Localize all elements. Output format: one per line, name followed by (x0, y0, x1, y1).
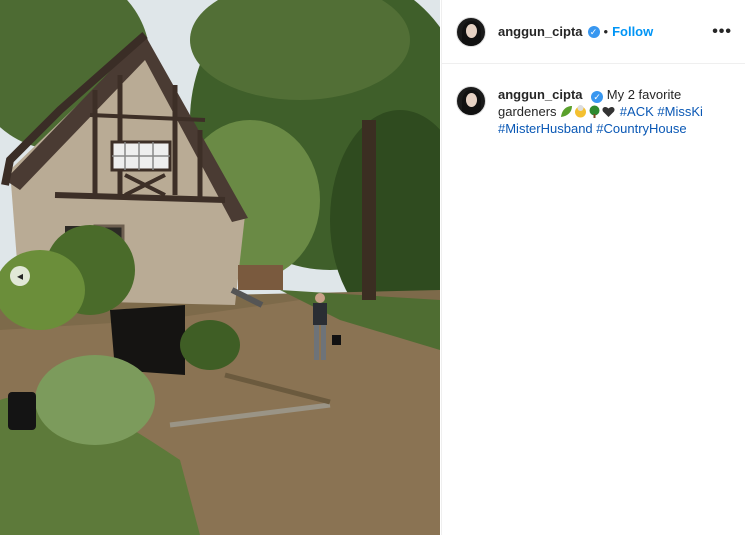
leaf-emoji-icon (561, 106, 573, 117)
caption-avatar[interactable] (456, 86, 486, 116)
verified-badge-icon: ✓ (591, 91, 604, 103)
header-username[interactable]: anggun_cipta (498, 24, 583, 39)
verified-badge-icon: ✓ (587, 25, 600, 38)
post-photo[interactable]: ◂ (0, 0, 440, 535)
more-options-icon[interactable]: ••• (712, 23, 732, 41)
caption-username[interactable]: anggun_cipta (498, 87, 583, 102)
avatar[interactable] (456, 16, 486, 47)
tree-emoji-icon (589, 105, 600, 118)
carousel-previous-button[interactable]: ◂ (10, 266, 30, 286)
caption-text-part1: My 2 favorite (606, 87, 682, 102)
caption-text-part2: gardeners (498, 104, 557, 119)
follow-button[interactable]: Follow (612, 24, 653, 39)
old-woman-emoji-icon (575, 105, 587, 118)
instagram-post: ◂ anggun_cipta ✓ • Follow ••• anggun_cip… (0, 0, 745, 535)
separator-dot: • (603, 24, 609, 39)
hashtag-ack[interactable]: #ACK (620, 104, 654, 119)
hashtag-misski[interactable]: #MissKi (657, 104, 703, 119)
post-header: anggun_cipta ✓ • Follow ••• (442, 0, 745, 64)
hashtag-misterhusband[interactable]: #MisterHusband (498, 121, 593, 136)
caption-comment: anggun_cipta ✓ My 2 favorite gardeners #… (442, 64, 745, 137)
hashtag-countryhouse[interactable]: #CountryHouse (596, 121, 686, 136)
country-house-photo (0, 0, 440, 535)
post-side-panel: anggun_cipta ✓ • Follow ••• anggun_cipta… (441, 0, 745, 535)
heart-emoji-icon (602, 106, 615, 117)
caption-text: anggun_cipta ✓ My 2 favorite gardeners #… (498, 86, 713, 137)
chevron-left-icon: ◂ (16, 269, 24, 283)
